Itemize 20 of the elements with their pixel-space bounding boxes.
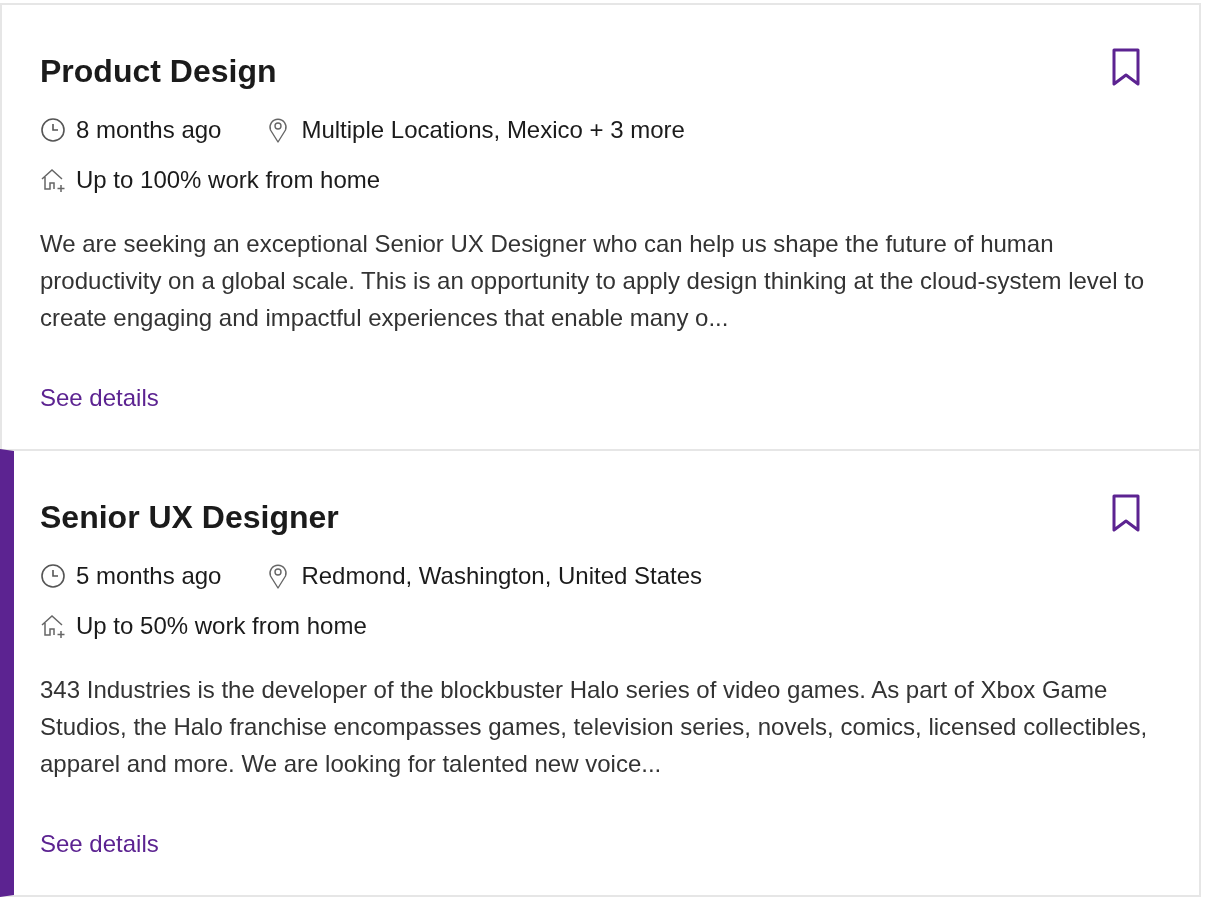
bookmark-icon[interactable] <box>1111 47 1141 87</box>
clock-icon <box>40 117 66 143</box>
clock-icon <box>40 563 66 589</box>
job-title: Senior UX Designer <box>40 498 339 537</box>
remote-work-info: Up to 50% work from home <box>76 611 367 641</box>
see-details-link[interactable]: See details <box>40 830 159 858</box>
job-description: We are seeking an exceptional Senior UX Designer who can help us shape the future of human productivity on a global scale. This is an opportunity to apply design thinking at the cloud-system level to create engaging and impactful experiences that enable many o... <box>40 229 1146 333</box>
job-card[interactable] <box>0 449 1201 897</box>
see-details-link[interactable]: See details <box>40 384 159 412</box>
job-title: Product Design <box>40 52 277 91</box>
home-icon <box>40 167 66 193</box>
bookmark-icon[interactable] <box>1111 493 1141 533</box>
home-icon <box>40 613 66 639</box>
job-location: Redmond, Washington, United States <box>301 561 703 591</box>
job-location: Multiple Locations, Mexico + 3 more <box>301 115 685 145</box>
posted-time: 8 months ago <box>76 115 222 145</box>
remote-work-info: Up to 100% work from home <box>76 165 381 195</box>
job-description: 343 Industries is the developer of the blockbuster Halo series of video games. As part of Xbox Game Studios, the Halo franchise encompasses games, television series, novels, comics, licensed collectibles, apparel and more. We are looking for talented new voice... <box>40 675 1149 779</box>
job-card[interactable] <box>0 3 1201 449</box>
posted-time: 5 months ago <box>76 561 222 591</box>
